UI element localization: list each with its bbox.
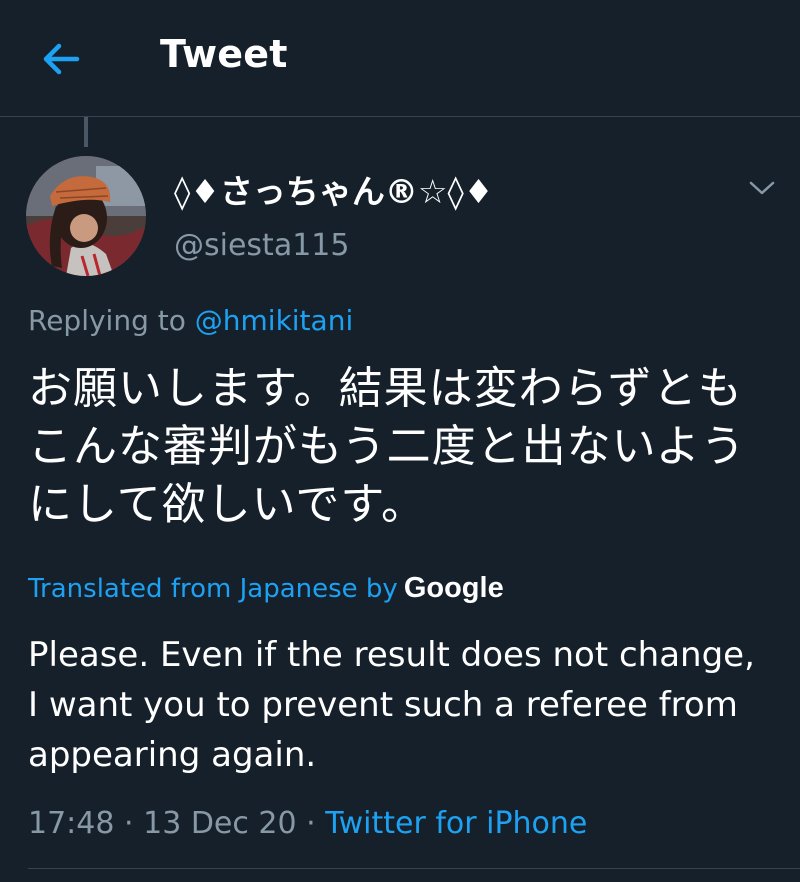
author-handle[interactable]: @siesta115 bbox=[174, 228, 349, 263]
meta-separator: · bbox=[306, 806, 316, 841]
translation-label: Translated from Japanese by bbox=[28, 574, 398, 604]
tweet-time[interactable]: 17:48 bbox=[28, 806, 114, 841]
top-bar: Tweet bbox=[0, 0, 800, 117]
replying-to-line: Replying to @hmikitani bbox=[28, 304, 353, 337]
author-display-name[interactable]: ◊♦さっちゃん®☆◊♦ bbox=[174, 165, 493, 213]
more-options-button[interactable] bbox=[744, 172, 780, 204]
avatar[interactable] bbox=[26, 156, 146, 276]
page-title: Tweet bbox=[160, 32, 288, 76]
google-logo: Google bbox=[403, 572, 504, 604]
meta-separator: · bbox=[124, 806, 134, 841]
avatar-image bbox=[26, 156, 146, 276]
translation-attribution-link[interactable]: Translated from Japanese by Google bbox=[28, 572, 504, 605]
replying-to-label: Replying to bbox=[28, 304, 186, 337]
reply-mention-link[interactable]: @hmikitani bbox=[195, 304, 353, 337]
tweet-meta: 17:48 · 13 Dec 20 · Twitter for iPhone bbox=[28, 806, 587, 841]
tweet-date[interactable]: 13 Dec 20 bbox=[143, 806, 296, 841]
divider bbox=[28, 868, 800, 869]
translated-text: Please. Even if the result does not chan… bbox=[28, 635, 755, 775]
thread-connector-line bbox=[84, 117, 88, 147]
arrow-left-icon bbox=[43, 43, 80, 75]
tweet-source-link[interactable]: Twitter for iPhone bbox=[325, 806, 587, 841]
tweet-text: お願いします。結果は変わらずともこんな審判がもう二度と出ないようにして欲しいです… bbox=[28, 363, 746, 530]
back-button[interactable] bbox=[36, 34, 86, 84]
chevron-down-icon bbox=[749, 181, 775, 195]
